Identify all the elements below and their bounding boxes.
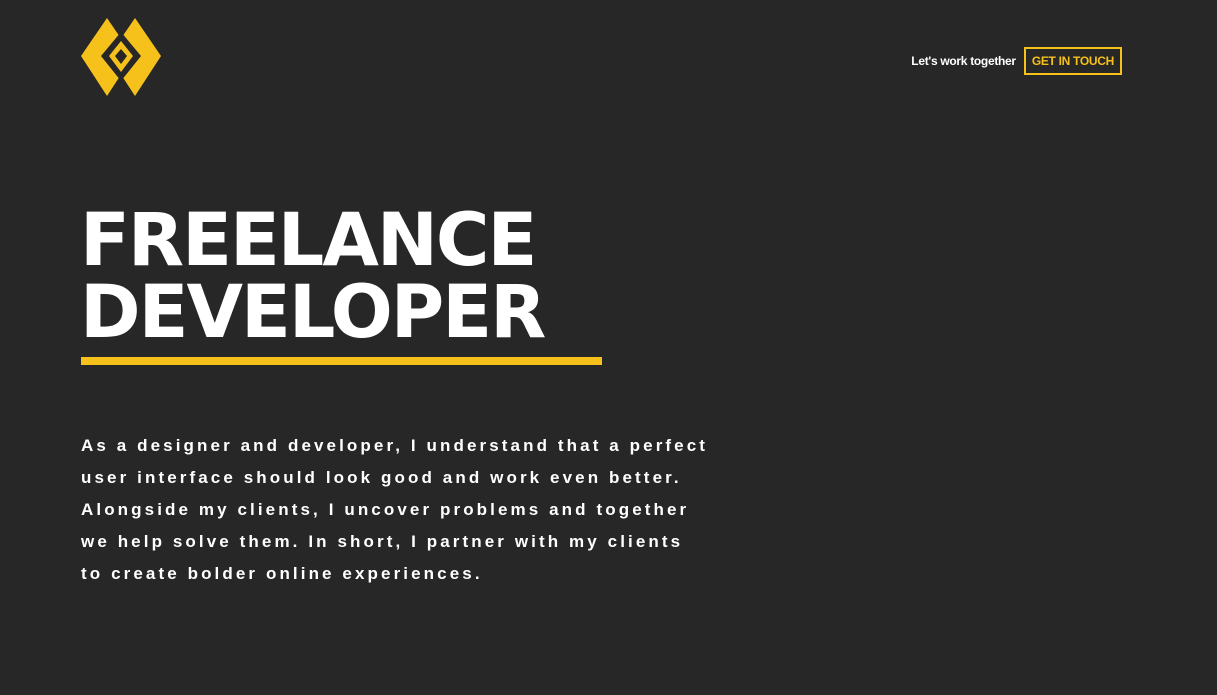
intro-line: As a designer and developer, I understan… <box>81 436 709 455</box>
hero-title-line: FREELANCE <box>80 198 537 283</box>
title-underline <box>81 357 602 365</box>
hero-title: FREELANCE DEVELOPER <box>80 198 546 355</box>
get-in-touch-button[interactable]: GET IN TOUCH <box>1023 47 1122 75</box>
page: Let's work together GET IN TOUCH FREELAN… <box>0 0 1217 695</box>
hero-title-line: DEVELOPER <box>80 270 546 355</box>
intro-line: user interface should look good and work… <box>81 468 682 487</box>
cta-prompt: Let's work together <box>911 54 1016 68</box>
intro-paragraph: As a designer and developer, I understan… <box>81 430 741 590</box>
header-contact: Let's work together GET IN TOUCH <box>911 47 1122 75</box>
diamond-logo-icon[interactable] <box>81 18 161 96</box>
intro-line: to create bolder online experiences. <box>81 564 483 583</box>
intro-line: Alongside my clients, I uncover problems… <box>81 500 690 519</box>
intro-line: we help solve them. In short, I partner … <box>81 532 684 551</box>
